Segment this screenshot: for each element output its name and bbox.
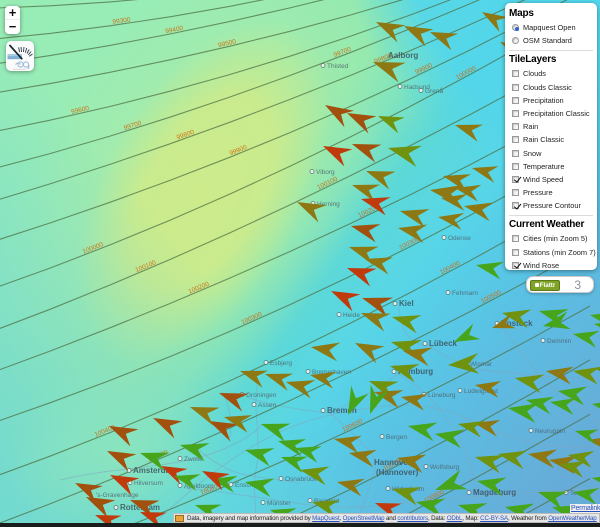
- svg-text:Groningen: Groningen: [246, 392, 277, 399]
- svg-text:Wismar: Wismar: [470, 361, 493, 368]
- svg-text:Assen: Assen: [258, 402, 276, 409]
- svg-text:'s-Gravenhage: 's-Gravenhage: [96, 492, 139, 499]
- svg-text:Münster: Münster: [267, 500, 291, 507]
- svg-text:Odense: Odense: [448, 235, 471, 242]
- svg-text:Demmin: Demmin: [547, 338, 572, 345]
- svg-text:Viborg: Viborg: [316, 169, 335, 176]
- svg-text:Aalborg: Aalborg: [388, 51, 418, 60]
- svg-text:Wolfsburg: Wolfsburg: [430, 464, 460, 471]
- svg-text:Esbjerg: Esbjerg: [270, 360, 292, 367]
- svg-text:Fehmarn: Fehmarn: [452, 290, 478, 297]
- svg-text:Hilversum: Hilversum: [134, 480, 163, 487]
- svg-text:Grenå: Grenå: [425, 87, 443, 95]
- svg-text:Bergen: Bergen: [386, 434, 407, 441]
- svg-text:Heide: Heide: [343, 312, 360, 319]
- svg-text:Neuruppin: Neuruppin: [535, 428, 565, 435]
- svg-text:(Hannover): (Hannover): [376, 468, 419, 477]
- svg-text:Thisted: Thisted: [327, 63, 349, 70]
- svg-text:Kiel: Kiel: [399, 299, 414, 308]
- svg-text:Lübeck: Lübeck: [429, 339, 458, 348]
- svg-text:Lüneburg: Lüneburg: [428, 392, 456, 399]
